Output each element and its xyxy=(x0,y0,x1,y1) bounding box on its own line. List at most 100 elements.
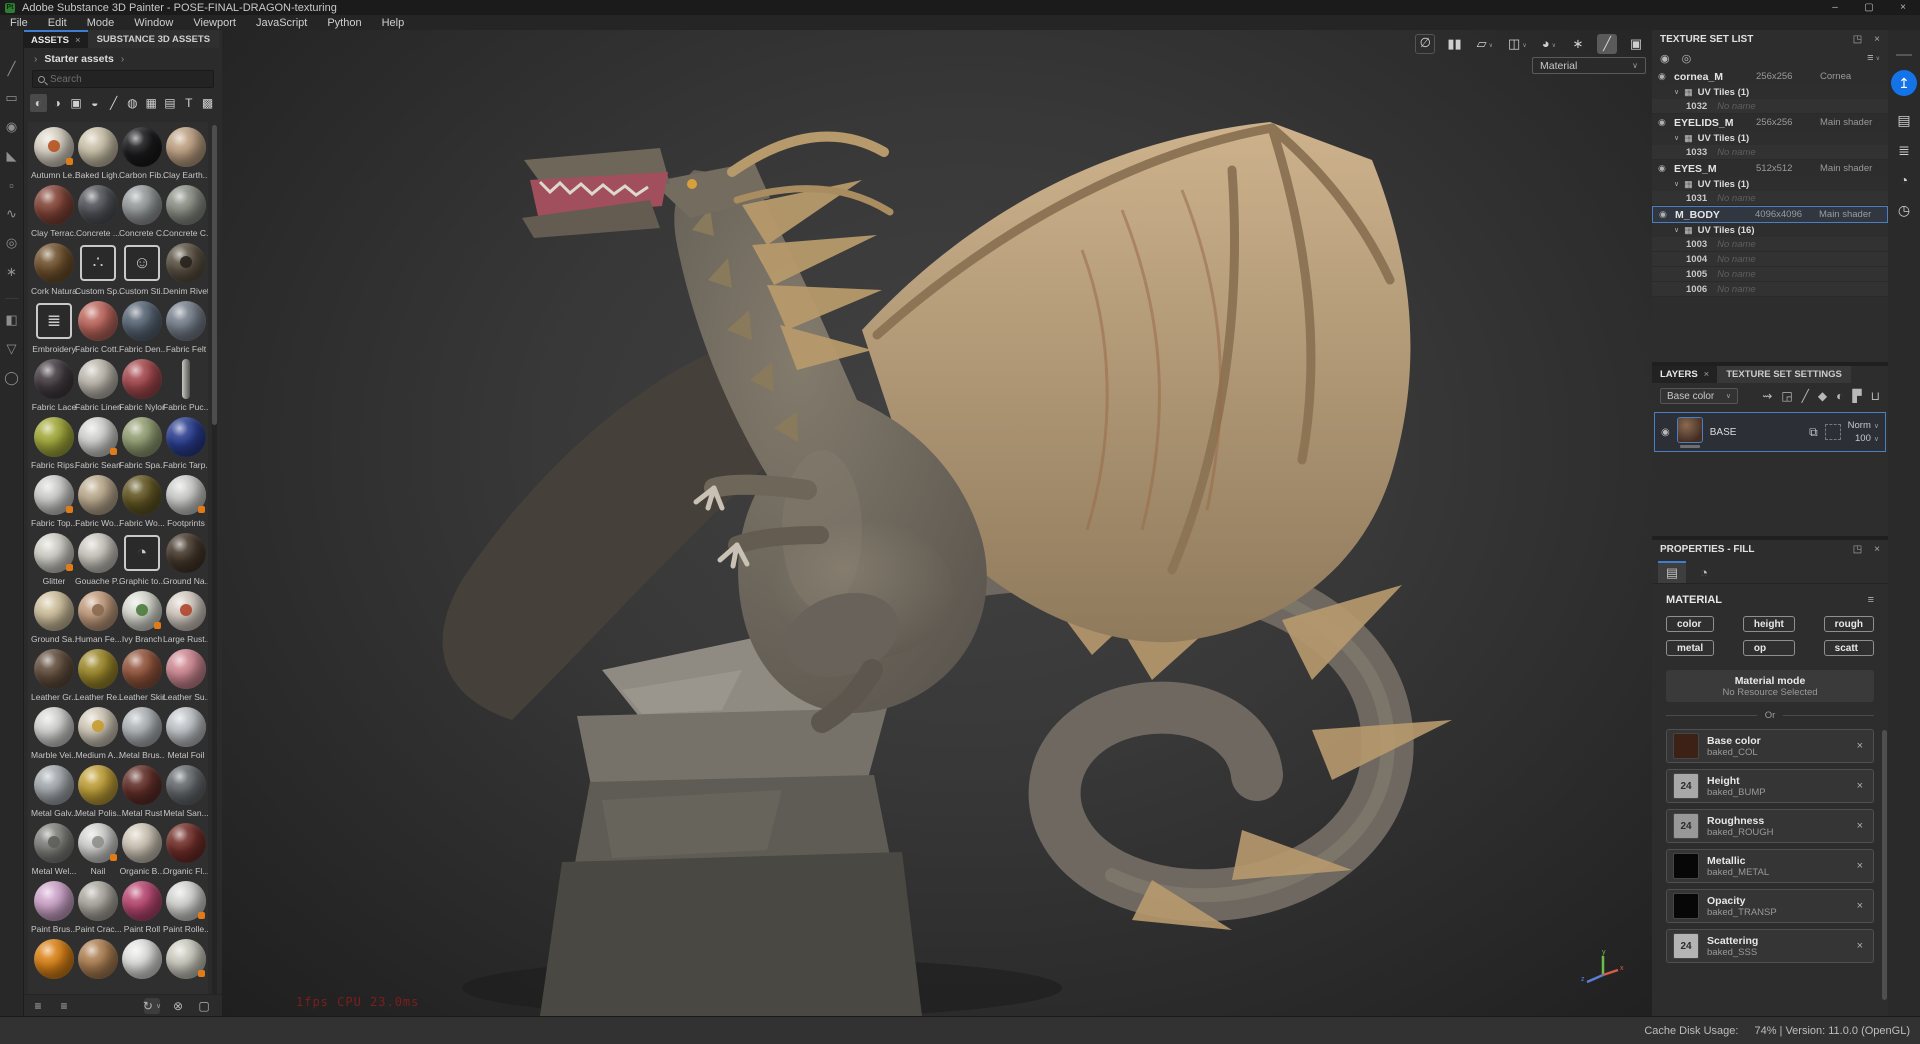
channel-button-scatt[interactable]: scatt xyxy=(1824,640,1874,656)
uv-tile-row[interactable]: 1033No name xyxy=(1652,145,1888,160)
asset-item[interactable] xyxy=(32,939,76,994)
asset-item[interactable]: Fabric Seam xyxy=(76,417,120,475)
mesh-display-icon[interactable]: ◫∨ xyxy=(1505,34,1530,54)
resource-row[interactable]: Opacitybaked_TRANSP× xyxy=(1666,889,1874,923)
breadcrumb-forward-icon[interactable]: › xyxy=(121,54,124,65)
close-panel-icon[interactable]: × xyxy=(1874,34,1880,45)
list-filter-icon[interactable]: ≡∨ xyxy=(1867,52,1880,64)
toggle-folders-icon[interactable]: ≡ xyxy=(56,998,72,1014)
tab-layers-close-icon[interactable]: × xyxy=(1704,369,1710,380)
remove-resource-icon[interactable]: × xyxy=(1853,940,1867,952)
share-button[interactable]: ↥ xyxy=(1891,70,1917,96)
filter-materials-icon[interactable]: ◐ xyxy=(30,94,47,112)
add-group-icon[interactable]: ▛ xyxy=(1852,389,1861,403)
pause-engine-icon[interactable]: ▮▮ xyxy=(1444,34,1464,54)
resource-row[interactable]: 24Scatteringbaked_SSS× xyxy=(1666,929,1874,963)
chevron-down-icon[interactable]: ∨ xyxy=(1674,134,1679,142)
clone-tool-icon[interactable]: ◎ xyxy=(3,234,21,252)
viewport-3d[interactable]: ∅▮▮▱∨◫∨◕∨∗╱▣ Material ∨ 1fps CPU 23.0ms … xyxy=(222,30,1652,1016)
asset-item[interactable]: Metal Wel... xyxy=(32,823,76,881)
asset-item[interactable]: Ground Sa... xyxy=(32,591,76,649)
chevron-down-icon[interactable]: ∨ xyxy=(1674,226,1679,234)
add-effect-icon[interactable]: ⇝ xyxy=(1762,389,1772,403)
asset-item[interactable]: Carbon Fib... xyxy=(120,127,164,185)
uv-tiles-row[interactable]: ∨▦UV Tiles (1) xyxy=(1652,85,1888,99)
asset-item[interactable]: ≣Embroidery xyxy=(32,301,76,359)
uv-tile-row[interactable]: 1004No name xyxy=(1652,252,1888,267)
asset-item[interactable]: Nail xyxy=(76,823,120,881)
asset-item[interactable]: Marble Vei... xyxy=(32,707,76,765)
asset-item[interactable]: Paint Roll xyxy=(120,881,164,939)
layer-instances-icon[interactable]: ⧉ xyxy=(1809,425,1818,440)
section-menu-icon[interactable]: ≡ xyxy=(1868,594,1874,606)
filter-smart-masks-icon[interactable]: ▣ xyxy=(68,94,85,112)
cancel-import-icon[interactable]: ⊗ xyxy=(170,998,186,1014)
visibility-eye-icon[interactable]: ◉ xyxy=(1658,117,1668,128)
asset-item[interactable]: Fabric Nylon xyxy=(120,359,164,417)
asset-item[interactable] xyxy=(76,939,120,994)
asset-item[interactable]: Concrete C... xyxy=(164,185,208,243)
tab-substance-3d-assets[interactable]: SUBSTANCE 3D ASSETS xyxy=(88,30,220,48)
asset-item[interactable]: Metal Rust xyxy=(120,765,164,823)
visibility-eye-icon[interactable]: ◉ xyxy=(1658,163,1668,174)
uv-tile-row[interactable]: 1006No name xyxy=(1652,282,1888,297)
asset-item[interactable]: Paint Crac... xyxy=(76,881,120,939)
layer-mask-slot[interactable] xyxy=(1825,424,1841,440)
texture-set-row[interactable]: ◉EYELIDS_M256x256Main shader xyxy=(1652,114,1888,131)
remove-resource-icon[interactable]: × xyxy=(1853,780,1867,792)
asset-item[interactable]: ☺Custom Sti... xyxy=(120,243,164,301)
particles-icon[interactable]: ∗ xyxy=(1568,34,1588,54)
history-icon[interactable]: ◷ xyxy=(1894,200,1914,220)
window-minimize[interactable]: – xyxy=(1818,0,1852,15)
asset-item[interactable]: Metal San... xyxy=(164,765,208,823)
add-smart-mask-icon[interactable]: ◐ xyxy=(1836,389,1843,403)
filter-filters-icon[interactable]: ◒ xyxy=(86,94,103,112)
asset-item[interactable]: Ground Na... xyxy=(164,533,208,591)
particles-tool-icon[interactable]: ∗ xyxy=(3,263,21,281)
shader-settings-icon[interactable]: ◔ xyxy=(1894,170,1914,190)
asset-item[interactable]: Fabric Cott... xyxy=(76,301,120,359)
layer-name[interactable]: BASE xyxy=(1710,427,1802,438)
uv-tiles-row[interactable]: ∨▦UV Tiles (1) xyxy=(1652,177,1888,191)
asset-item[interactable]: Fabric Wo... xyxy=(120,475,164,533)
tab-layers[interactable]: LAYERS × xyxy=(1652,366,1717,383)
breadcrumb-label[interactable]: Starter assets xyxy=(44,53,113,65)
filter-environments-icon[interactable]: ▤ xyxy=(162,94,179,112)
search-input[interactable] xyxy=(50,74,180,85)
texture-set-row[interactable]: ◉cornea_M256x256Cornea xyxy=(1652,68,1888,85)
smudge-tool-icon[interactable]: ∿ xyxy=(3,205,21,223)
menu-javascript[interactable]: JavaScript xyxy=(246,15,317,30)
asset-item[interactable]: Leather Re... xyxy=(76,649,120,707)
visibility-eye-icon[interactable]: ◉ xyxy=(1658,71,1668,82)
material-display-icon[interactable]: ◕∨ xyxy=(1539,34,1559,54)
camera-projection-icon[interactable]: ▱∨ xyxy=(1474,34,1496,54)
asset-item[interactable]: Metal Polis... xyxy=(76,765,120,823)
menu-window[interactable]: Window xyxy=(124,15,183,30)
toggle-all-visibility-icon[interactable]: ◉ xyxy=(1660,52,1670,65)
asset-item[interactable]: Glitter xyxy=(32,533,76,591)
asset-item[interactable]: Fabric Lace xyxy=(32,359,76,417)
close-panel-icon[interactable]: × xyxy=(1874,544,1880,555)
tab-texture-set-settings[interactable]: TEXTURE SET SETTINGS xyxy=(1717,366,1851,383)
asset-item[interactable]: Human Fe... xyxy=(76,591,120,649)
tab-fill-properties[interactable]: ▤ xyxy=(1658,561,1686,583)
asset-item[interactable]: Organic Fl... xyxy=(164,823,208,881)
chevron-down-icon[interactable]: ∨ xyxy=(1674,180,1679,188)
asset-item[interactable]: Concrete C... xyxy=(120,185,164,243)
asset-item[interactable]: Baked Ligh... xyxy=(76,127,120,185)
asset-item[interactable]: Fabric Spa... xyxy=(120,417,164,475)
channel-button-metal[interactable]: metal xyxy=(1666,640,1714,656)
asset-item[interactable]: Large Rust... xyxy=(164,591,208,649)
asset-item[interactable]: Fabric Wo... xyxy=(76,475,120,533)
smart-selection-tool-icon[interactable]: ▫ xyxy=(3,176,21,194)
asset-item[interactable]: Leather Skin xyxy=(120,649,164,707)
asset-item[interactable]: Fabric Den... xyxy=(120,301,164,359)
resources-status-icon[interactable]: ◯ xyxy=(3,369,21,387)
breadcrumb-back-icon[interactable]: › xyxy=(34,54,37,65)
render-mode-icon[interactable]: ▣ xyxy=(1626,34,1646,54)
layer-thumbnail[interactable] xyxy=(1677,417,1703,443)
filter-fonts-icon[interactable]: T xyxy=(180,94,197,112)
window-maximize[interactable]: ▢ xyxy=(1852,0,1886,15)
menu-file[interactable]: File xyxy=(0,15,38,30)
channel-button-color[interactable]: color xyxy=(1666,616,1714,632)
